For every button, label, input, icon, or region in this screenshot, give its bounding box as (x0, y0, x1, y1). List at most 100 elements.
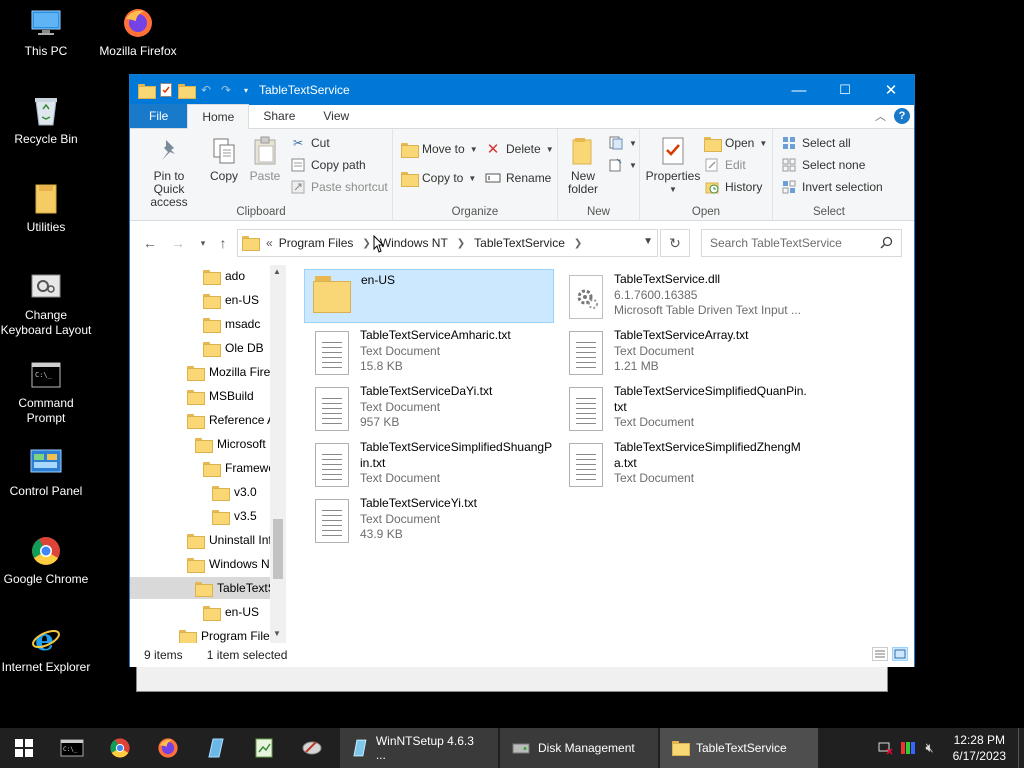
copy-to-button[interactable]: Copy to ▼ (401, 168, 476, 188)
clock[interactable]: 12:28 PM 6/17/2023 (941, 732, 1018, 764)
chevron-right-icon[interactable]: ❯ (457, 238, 465, 249)
nav-item-windows-nt[interactable]: Windows N (130, 553, 286, 575)
file-tile-array[interactable]: TableTextServiceArray.txt Text Document … (558, 325, 808, 379)
nav-item-framework[interactable]: Framewo (130, 457, 286, 479)
network-icon[interactable] (875, 741, 897, 755)
title-bar[interactable]: ↶ ↷ ▾ TableTextService — ☐ ✕ (130, 75, 914, 105)
large-icons-view-icon[interactable] (892, 647, 908, 661)
desktop-icon-ie[interactable]: e Internet Explorer (0, 622, 92, 675)
refresh-button[interactable]: ↻ (660, 229, 690, 257)
chevron-right-icon[interactable]: ❯ (574, 238, 582, 249)
recent-locations-button[interactable]: ▾ (194, 234, 212, 252)
show-desktop-button[interactable] (1018, 728, 1024, 768)
taskbar-chrome[interactable] (96, 728, 144, 768)
desktop-icon-cmd[interactable]: C:\_ Command Prompt (0, 358, 92, 426)
desktop-icon-keyboard-layout[interactable]: Change Keyboard Layout (0, 270, 92, 338)
move-to-button[interactable]: Move to ▼ (401, 139, 478, 159)
file-list[interactable]: en-US TableTextService.dll 6.1.7600.1638… (286, 265, 914, 643)
address-bar[interactable]: « Program Files ❯ Windows NT ❯ TableText… (237, 229, 658, 257)
scroll-up-icon[interactable]: ▲ (273, 267, 281, 276)
copy-button[interactable]: Copy (208, 135, 240, 183)
chevron-right-icon[interactable]: ❯ (362, 238, 370, 249)
properties-qat-icon[interactable] (159, 82, 173, 98)
file-tile-yi[interactable]: TableTextServiceYi.txt Text Document 43.… (304, 493, 554, 547)
pin-to-quick-access-button[interactable]: Pin to Quick access (138, 135, 200, 209)
help-icon[interactable]: ? (894, 108, 910, 124)
file-tile-en-us[interactable]: en-US (304, 269, 554, 323)
tab-file[interactable]: File (130, 104, 188, 128)
nav-item-reference-assemblies[interactable]: Reference A (130, 409, 286, 431)
desktop-icon-utilities[interactable]: Utilities (0, 182, 92, 235)
file-tile-tabletextservice-dll[interactable]: TableTextService.dll 6.1.7600.16385 Micr… (558, 269, 808, 323)
paste-button[interactable]: Paste (248, 135, 282, 183)
breadcrumb-tabletextservice[interactable]: TableTextService (474, 236, 565, 250)
taskbar-winntsetup[interactable]: WinNTSetup 4.6.3 ... (340, 728, 498, 768)
forward-button[interactable]: → (169, 234, 187, 252)
up-button[interactable]: ↑ (214, 234, 232, 252)
file-tile-simplified-quanpin[interactable]: TableTextServiceSimplifiedQuanPin. txt T… (558, 381, 808, 435)
nav-item-ado[interactable]: ado (130, 265, 286, 287)
nav-item-en-us[interactable]: en-US (130, 289, 286, 311)
back-button[interactable]: ← (141, 234, 159, 252)
close-button[interactable]: ✕ (868, 75, 914, 105)
desktop-icon-chrome[interactable]: Google Chrome (0, 534, 92, 587)
navigation-pane[interactable]: ado en-US msadc Ole DB Mozilla Firef MSB… (130, 265, 286, 643)
undo-icon[interactable]: ↶ (199, 82, 213, 98)
tab-home[interactable]: Home (187, 104, 250, 129)
edit-button[interactable]: Edit (704, 155, 746, 175)
breadcrumb-overflow[interactable]: « (266, 236, 273, 250)
new-folder-qat-icon[interactable] (178, 82, 196, 99)
nav-item-msbuild[interactable]: MSBuild (130, 385, 286, 407)
tab-share[interactable]: Share (249, 104, 309, 128)
nav-item-mozilla-firefox[interactable]: Mozilla Firef (130, 361, 286, 383)
taskbar-cmd[interactable]: C:\_ (48, 728, 96, 768)
start-button[interactable] (0, 728, 48, 768)
volume-muted-icon[interactable]: 🔇︎ (919, 740, 941, 756)
desktop-icon-control-panel[interactable]: Control Panel (0, 446, 92, 499)
maximize-button[interactable]: ☐ (822, 75, 868, 105)
invert-selection-button[interactable]: Invert selection (781, 177, 883, 197)
desktop-icon-recycle-bin[interactable]: Recycle Bin (0, 94, 92, 147)
minimize-button[interactable]: — (776, 75, 822, 105)
nav-scrollbar[interactable]: ▲ ▼ (270, 265, 286, 643)
file-tile-dayi[interactable]: TableTextServiceDaYi.txt Text Document 9… (304, 381, 554, 435)
delete-button[interactable]: ✕ Delete ▼ (485, 139, 554, 159)
nav-item-program-files[interactable]: Program Files (130, 625, 286, 643)
taskbar-firefox[interactable] (144, 728, 192, 768)
copy-path-button[interactable]: Copy path (290, 155, 366, 175)
file-tile-simplified-shuangpin[interactable]: TableTextServiceSimplifiedShuangP in.txt… (304, 437, 554, 491)
address-dropdown-icon[interactable]: ▼ (643, 236, 653, 247)
new-item-button[interactable]: ▼ (608, 133, 637, 153)
paste-shortcut-button[interactable]: Paste shortcut (290, 177, 388, 197)
nav-item-en-us-2[interactable]: en-US (130, 601, 286, 623)
nav-item-msadc[interactable]: msadc (130, 313, 286, 335)
open-button[interactable]: Open ▼ (704, 133, 767, 153)
file-tile-simplified-zhengma[interactable]: TableTextServiceSimplifiedZhengM a.txt T… (558, 437, 808, 491)
background-window[interactable] (136, 665, 888, 692)
tab-view[interactable]: View (309, 104, 363, 128)
nav-item-v3-5[interactable]: v3.5 (130, 505, 286, 527)
history-button[interactable]: History (704, 177, 762, 197)
desktop-icon-this-pc[interactable]: This PC (0, 6, 92, 59)
taskbar-tabletextservice[interactable]: TableTextService (660, 728, 818, 768)
taskbar-app-blue[interactable] (192, 728, 240, 768)
details-view-icon[interactable] (872, 647, 888, 661)
search-input[interactable]: Search TableTextService (701, 229, 902, 257)
breadcrumb-program-files[interactable]: Program Files (279, 236, 354, 250)
nav-item-microsoft[interactable]: Microsoft (130, 433, 286, 455)
nav-item-uninstall-information[interactable]: Uninstall Inf (130, 529, 286, 551)
customize-qat-icon[interactable]: ▾ (239, 82, 253, 98)
properties-button[interactable]: Properties ▼ (646, 135, 700, 196)
taskbar-app-green[interactable] (240, 728, 288, 768)
breadcrumb-windows-nt[interactable]: Windows NT (380, 236, 448, 250)
rename-button[interactable]: Rename (485, 168, 551, 188)
file-tile-amharic[interactable]: TableTextServiceAmharic.txt Text Documen… (304, 325, 554, 379)
collapse-ribbon-icon[interactable]: ︿ (875, 108, 886, 124)
nav-item-v3-0[interactable]: v3.0 (130, 481, 286, 503)
scroll-down-icon[interactable]: ▼ (273, 629, 281, 638)
cut-button[interactable]: ✂ Cut (290, 133, 330, 153)
easy-access-button[interactable]: ▼ (608, 155, 637, 175)
new-folder-button[interactable]: New folder (566, 135, 600, 196)
redo-icon[interactable]: ↷ (219, 82, 233, 98)
display-icon[interactable] (897, 741, 919, 755)
